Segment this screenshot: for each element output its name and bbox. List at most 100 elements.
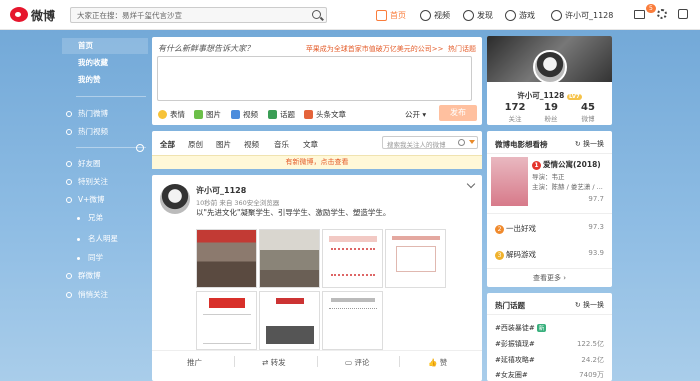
composer-ad[interactable]: 苹果成为全球首家市值破万亿美元的公司>> 热门话题 <box>306 44 476 54</box>
nav-video[interactable]: 视频 <box>420 8 450 22</box>
tool-label: 图片 <box>206 110 221 119</box>
topic-button[interactable]: 话题 <box>268 109 295 120</box>
visibility-select[interactable]: 公开 ▾ <box>405 109 426 120</box>
hot-topic-link[interactable]: 热门话题 <box>448 45 476 53</box>
home-icon <box>376 9 387 21</box>
post-image[interactable] <box>385 229 446 288</box>
nav-discover[interactable]: 发现 <box>463 8 493 22</box>
logo-text: 微博 <box>31 9 56 23</box>
visibility-label: 公开 <box>405 110 420 119</box>
refresh-button[interactable]: ↻ 换一换 <box>575 300 604 310</box>
divider <box>317 356 318 367</box>
tab-original[interactable]: 原创 <box>188 139 203 150</box>
emoji-icon <box>158 110 167 119</box>
movie-name: 一出好戏 <box>506 224 536 233</box>
tab-all[interactable]: 全部 <box>160 139 175 150</box>
sidebar-item-label: V+微博 <box>78 195 105 204</box>
search-icon[interactable] <box>458 139 465 146</box>
level-badge[interactable]: LV7 <box>566 94 582 100</box>
compass-icon <box>463 9 474 21</box>
article-button[interactable]: 头条文章 <box>304 109 346 120</box>
sidebar-item-celebrities[interactable]: 名人明星 <box>62 231 148 247</box>
hot-topics-card: 热门话题 ↻ 换一换 #西装暴徒# 新 #彭振镇现# 122.5亿 #延禧攻略# … <box>487 293 612 381</box>
topic-item[interactable]: #女友圈# <box>495 370 528 380</box>
post-image[interactable] <box>196 229 257 288</box>
chevron-down-icon[interactable] <box>466 179 476 189</box>
tab-videos[interactable]: 视频 <box>244 139 259 150</box>
nav-game[interactable]: 游戏 <box>505 8 535 22</box>
compose-textarea[interactable] <box>157 56 472 101</box>
post-image[interactable] <box>322 291 383 350</box>
stat-label: 微博 <box>581 115 595 123</box>
user-icon <box>551 9 562 21</box>
profile-name[interactable]: 许小可_1128 <box>517 91 564 100</box>
promote-button[interactable]: 推广 <box>187 357 202 368</box>
post-author[interactable]: 许小可_1128 <box>196 185 246 196</box>
comment-label: 评论 <box>354 358 370 367</box>
sidebar-item-hot-video[interactable]: 热门视频 <box>62 124 148 140</box>
post-image[interactable] <box>322 229 383 288</box>
sidebar-item-vplus[interactable]: V+微博 <box>62 192 148 208</box>
post-image[interactable] <box>196 291 257 350</box>
nav-home[interactable]: 首页 <box>376 8 406 22</box>
divider <box>234 356 235 367</box>
search-input[interactable]: 大家正在搜：易烊千玺代言沙宣 <box>70 7 327 23</box>
nav-video-label: 视频 <box>434 10 450 20</box>
video-button[interactable]: 视频 <box>231 109 258 120</box>
sidebar-item-groups[interactable]: 群微博 <box>62 268 148 284</box>
message-badge: 5 <box>646 4 656 13</box>
topic-item[interactable]: #彭振镇现# <box>495 339 535 349</box>
post-image[interactable] <box>259 291 320 350</box>
topic-item[interactable]: #西装暴徒# 新 <box>495 323 547 333</box>
top-bar: 微博 大家正在搜：易烊千玺代言沙宣 首页 视频 发现 游戏 许小可_1128 5 <box>0 0 700 30</box>
movie-poster[interactable] <box>491 157 528 206</box>
movie-top-title[interactable]: 1 爱情公寓(2018) <box>532 159 601 170</box>
edit-icon[interactable] <box>678 9 688 19</box>
publish-button[interactable]: 发布 <box>439 105 477 121</box>
tab-articles[interactable]: 文章 <box>303 139 318 150</box>
sidebar-item-home[interactable]: 首页 <box>62 38 148 54</box>
repost-button[interactable]: ⇄ 转发 <box>262 357 286 368</box>
sidebar-item-hot-weibo[interactable]: 热门微博 <box>62 106 148 122</box>
mail-icon[interactable] <box>634 10 645 19</box>
sidebar-item-brothers[interactable]: 兄弟 <box>62 210 148 226</box>
movie-item[interactable]: 3 解码游戏 <box>495 249 536 260</box>
feed-search-input[interactable]: 搜索我关注人的微博 <box>382 136 478 149</box>
video-icon <box>66 129 72 135</box>
weibo-logo[interactable]: 微博 <box>10 6 58 24</box>
stat-followers[interactable]: 19 粉丝 <box>531 102 571 123</box>
avatar[interactable] <box>160 184 190 214</box>
repost-label: 转发 <box>270 358 286 367</box>
sidebar-item-label: 名人明星 <box>88 234 118 243</box>
stat-posts[interactable]: 45 微博 <box>568 102 608 123</box>
tab-music[interactable]: 音乐 <box>274 139 289 150</box>
sidebar-item-secret[interactable]: 悄悄关注 <box>62 287 148 303</box>
sidebar-item-favorites[interactable]: 我的收藏 <box>62 55 148 71</box>
sidebar-item-classmates[interactable]: 同学 <box>62 250 148 266</box>
topic-item[interactable]: #延禧攻略# <box>495 355 535 365</box>
sidebar-item-special[interactable]: 特别关注 <box>62 174 148 190</box>
see-more-link[interactable]: 查看更多 › <box>487 273 612 283</box>
dropdown-arrow-icon[interactable] <box>469 140 475 144</box>
ad-link[interactable]: 苹果成为全球首家市值破万亿美元的公司>> <box>306 45 444 53</box>
stat-following[interactable]: 172 关注 <box>495 102 535 123</box>
refresh-label: 换一换 <box>583 140 604 148</box>
image-button[interactable]: 图片 <box>194 109 221 120</box>
like-button[interactable]: 👍 赞 <box>428 357 447 368</box>
comment-button[interactable]: ▭ 评论 <box>345 357 369 368</box>
search-icon[interactable] <box>312 10 321 19</box>
emoji-button[interactable]: 表情 <box>158 109 185 120</box>
stat-value: 19 <box>544 102 558 113</box>
post-image[interactable] <box>259 229 320 288</box>
movie-item[interactable]: 2 一出好戏 <box>495 223 536 234</box>
sidebar-item-friends[interactable]: 好友圈 <box>62 156 148 172</box>
gear-icon[interactable] <box>136 144 144 152</box>
sidebar-item-label: 特别关注 <box>78 177 108 186</box>
settings-gear-icon[interactable] <box>657 9 667 19</box>
sidebar-item-likes[interactable]: 我的赞 <box>62 72 148 88</box>
tab-images[interactable]: 图片 <box>216 139 231 150</box>
new-posts-notice[interactable]: 有新微博，点击查看 <box>152 155 482 169</box>
refresh-button[interactable]: ↻ 换一换 <box>575 139 604 149</box>
avatar[interactable] <box>533 50 567 84</box>
nav-profile[interactable]: 许小可_1128 <box>551 8 613 22</box>
